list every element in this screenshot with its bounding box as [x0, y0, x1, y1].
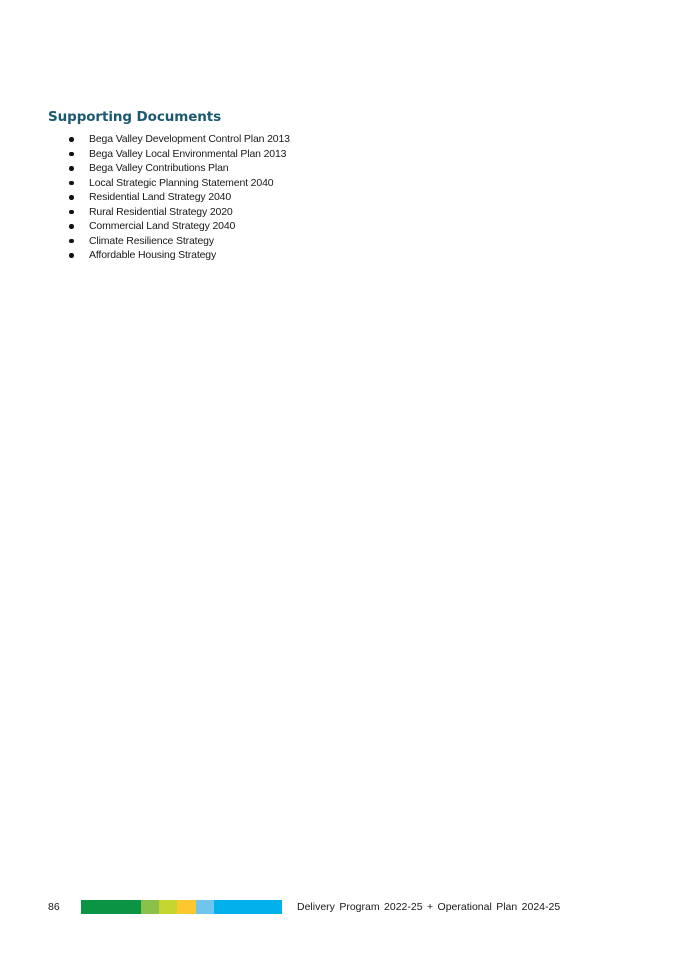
color-bar-segment-blue: [214, 900, 282, 914]
bullet-icon: [69, 151, 74, 156]
bullet-icon: [69, 137, 74, 142]
color-bar-segment-light-green: [141, 900, 159, 914]
bullet-icon: [69, 195, 74, 200]
bullet-icon: [69, 224, 74, 229]
page-footer: 86 Delivery Program 2022-25 + Operationa…: [0, 899, 675, 915]
document-page: Supporting Documents Bega Valley Develop…: [0, 0, 675, 955]
color-bar-segment-light-blue: [196, 900, 214, 914]
bullet-icon: [69, 238, 74, 243]
document-title: Bega Valley Contributions Plan: [89, 162, 229, 174]
document-title: Bega Valley Development Control Plan 201…: [89, 133, 290, 145]
document-title-footer: Delivery Program 2022-25 + Operational P…: [297, 901, 561, 913]
bullet-icon: [69, 166, 74, 171]
bullet-icon: [69, 180, 74, 185]
brand-color-bar: [81, 900, 282, 914]
document-title: Residential Land Strategy 2040: [89, 191, 232, 203]
color-bar-segment-dark-green: [81, 900, 141, 914]
document-title: Rural Residential Strategy 2020: [89, 205, 233, 218]
document-title: Climate Resilience Strategy: [89, 234, 214, 247]
color-bar-segment-yellow: [177, 900, 196, 914]
document-title: Affordable Housing Strategy: [89, 249, 217, 261]
document-title: Commercial Land Strategy 2040: [89, 220, 236, 232]
bullet-icon: [69, 253, 74, 258]
document-title: Bega Valley Local Environmental Plan 201…: [89, 147, 287, 160]
color-bar-segment-lime: [159, 900, 177, 914]
page-number: 86: [48, 901, 60, 913]
document-title: Local Strategic Planning Statement 2040: [89, 176, 274, 189]
bullet-icon: [69, 209, 74, 214]
section-heading: Supporting Documents: [48, 109, 222, 125]
